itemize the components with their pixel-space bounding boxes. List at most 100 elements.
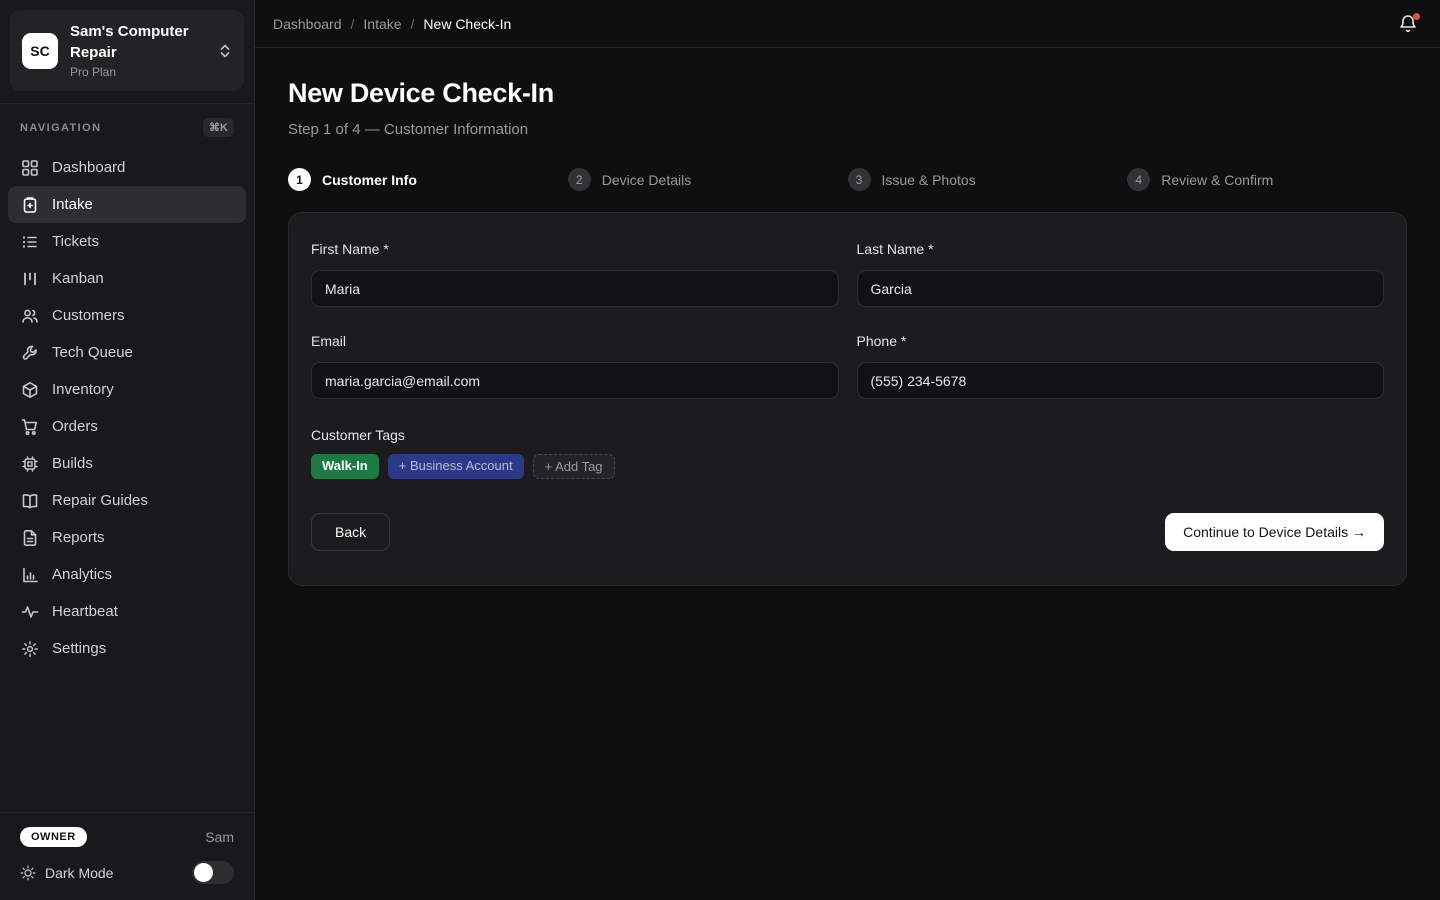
- sidebar-item-label: Analytics: [52, 566, 112, 583]
- sidebar-item-orders[interactable]: Orders: [8, 408, 246, 445]
- continue-button[interactable]: Continue to Device Details →: [1165, 513, 1384, 551]
- workspace-avatar: SC: [22, 33, 58, 69]
- step-number: 2: [568, 168, 591, 191]
- checkin-form-card: First Name * Last Name * Email Phone * C: [288, 212, 1407, 586]
- workspace-switcher[interactable]: SC Sam's Computer Repair Pro Plan: [10, 10, 244, 91]
- sidebar-footer: OWNER Sam Dark Mode: [0, 812, 254, 900]
- user-name: Sam: [205, 829, 234, 845]
- phone-group: Phone *: [857, 333, 1385, 399]
- phone-label: Phone *: [857, 333, 1385, 349]
- tag-walk-in[interactable]: Walk-In: [311, 454, 379, 479]
- dark-mode-label: Dark Mode: [45, 865, 113, 881]
- page-title: New Device Check-In: [288, 78, 1407, 109]
- step-label: Issue & Photos: [882, 172, 976, 188]
- chevron-up-down-icon: [218, 43, 232, 59]
- sidebar-item-repair-guides[interactable]: Repair Guides: [8, 482, 246, 519]
- sidebar-item-tech-queue[interactable]: Tech Queue: [8, 334, 246, 371]
- role-badge: OWNER: [20, 827, 87, 847]
- sidebar-item-label: Reports: [52, 529, 105, 546]
- breadcrumb-current: New Check-In: [423, 16, 511, 32]
- notifications-button[interactable]: [1398, 14, 1418, 34]
- sidebar-item-heartbeat[interactable]: Heartbeat: [8, 593, 246, 630]
- sidebar-item-reports[interactable]: Reports: [8, 519, 246, 556]
- page-content: New Device Check-In Step 1 of 4 — Custom…: [255, 48, 1440, 586]
- sidebar: SC Sam's Computer Repair Pro Plan NAVIGA…: [0, 0, 255, 900]
- stepper: 1 Customer Info 2 Device Details 3 Issue…: [288, 168, 1407, 191]
- first-name-label: First Name *: [311, 241, 839, 257]
- sidebar-item-intake[interactable]: Intake: [8, 186, 246, 223]
- sidebar-item-label: Settings: [52, 640, 106, 657]
- package-icon: [21, 381, 39, 399]
- sidebar-item-label: Tickets: [52, 233, 99, 250]
- command-k-shortcut[interactable]: ⌘K: [203, 118, 234, 137]
- add-tag-button[interactable]: + Add Tag: [533, 454, 615, 479]
- customers-icon: [21, 307, 39, 325]
- email-field[interactable]: [311, 362, 839, 399]
- pulse-icon: [21, 603, 39, 621]
- step-number: 3: [848, 168, 871, 191]
- phone-field[interactable]: [857, 362, 1385, 399]
- sidebar-item-label: Dashboard: [52, 159, 125, 176]
- step-device-details[interactable]: 2 Device Details: [568, 168, 848, 191]
- sidebar-item-label: Repair Guides: [52, 492, 148, 509]
- breadcrumb: Dashboard / Intake / New Check-In: [273, 16, 511, 32]
- sidebar-item-dashboard[interactable]: Dashboard: [8, 149, 246, 186]
- sidebar-item-analytics[interactable]: Analytics: [8, 556, 246, 593]
- nav-header-label: NAVIGATION: [20, 122, 101, 134]
- tag-business-account[interactable]: + Business Account: [388, 454, 524, 479]
- cpu-icon: [21, 455, 39, 473]
- main-area: Dashboard / Intake / New Check-In New De…: [255, 0, 1440, 900]
- breadcrumb-separator: /: [411, 16, 415, 32]
- sun-icon: [20, 865, 36, 881]
- breadcrumb-separator: /: [351, 16, 355, 32]
- nav-section: NAVIGATION ⌘K Dashboard Intake Ticket: [0, 103, 254, 673]
- dashboard-icon: [21, 159, 39, 177]
- sidebar-item-kanban[interactable]: Kanban: [8, 260, 246, 297]
- step-customer-info[interactable]: 1 Customer Info: [288, 168, 568, 191]
- sidebar-item-label: Customers: [52, 307, 125, 324]
- step-label: Customer Info: [322, 172, 417, 188]
- sidebar-item-tickets[interactable]: Tickets: [8, 223, 246, 260]
- notification-dot: [1413, 13, 1420, 20]
- kanban-icon: [21, 270, 39, 288]
- breadcrumb-intake[interactable]: Intake: [363, 16, 401, 32]
- step-issue-photos[interactable]: 3 Issue & Photos: [848, 168, 1128, 191]
- workspace-name: Sam's Computer Repair: [70, 22, 206, 63]
- sidebar-item-label: Orders: [52, 418, 98, 435]
- file-icon: [21, 529, 39, 547]
- step-label: Device Details: [602, 172, 691, 188]
- last-name-field[interactable]: [857, 270, 1385, 307]
- sidebar-item-customers[interactable]: Customers: [8, 297, 246, 334]
- book-icon: [21, 492, 39, 510]
- first-name-field[interactable]: [311, 270, 839, 307]
- workspace-meta: Sam's Computer Repair Pro Plan: [70, 22, 206, 79]
- back-button[interactable]: Back: [311, 513, 390, 551]
- sidebar-item-label: Intake: [52, 196, 93, 213]
- gear-icon: [21, 640, 39, 658]
- sidebar-item-label: Tech Queue: [52, 344, 133, 361]
- intake-icon: [21, 196, 39, 214]
- step-review-confirm[interactable]: 4 Review & Confirm: [1127, 168, 1407, 191]
- topbar: Dashboard / Intake / New Check-In: [255, 0, 1440, 48]
- sidebar-item-inventory[interactable]: Inventory: [8, 371, 246, 408]
- email-group: Email: [311, 333, 839, 399]
- workspace-plan: Pro Plan: [70, 65, 206, 79]
- last-name-label: Last Name *: [857, 241, 1385, 257]
- sidebar-item-label: Heartbeat: [52, 603, 118, 620]
- breadcrumb-dashboard[interactable]: Dashboard: [273, 16, 342, 32]
- sidebar-item-settings[interactable]: Settings: [8, 630, 246, 667]
- sidebar-item-label: Inventory: [52, 381, 114, 398]
- customer-tags-section: Customer Tags Walk-In + Business Account…: [311, 427, 1384, 479]
- sidebar-item-label: Builds: [52, 455, 93, 472]
- page-subtitle: Step 1 of 4 — Customer Information: [288, 121, 1407, 138]
- step-label: Review & Confirm: [1161, 172, 1273, 188]
- tickets-icon: [21, 233, 39, 251]
- bar-chart-icon: [21, 566, 39, 584]
- nav-header: NAVIGATION ⌘K: [0, 118, 254, 143]
- sidebar-item-builds[interactable]: Builds: [8, 445, 246, 482]
- email-label: Email: [311, 333, 839, 349]
- dark-mode-toggle[interactable]: [192, 861, 234, 884]
- tags-row: Walk-In + Business Account + Add Tag: [311, 454, 1384, 479]
- sidebar-item-label: Kanban: [52, 270, 104, 287]
- customer-tags-label: Customer Tags: [311, 427, 1384, 443]
